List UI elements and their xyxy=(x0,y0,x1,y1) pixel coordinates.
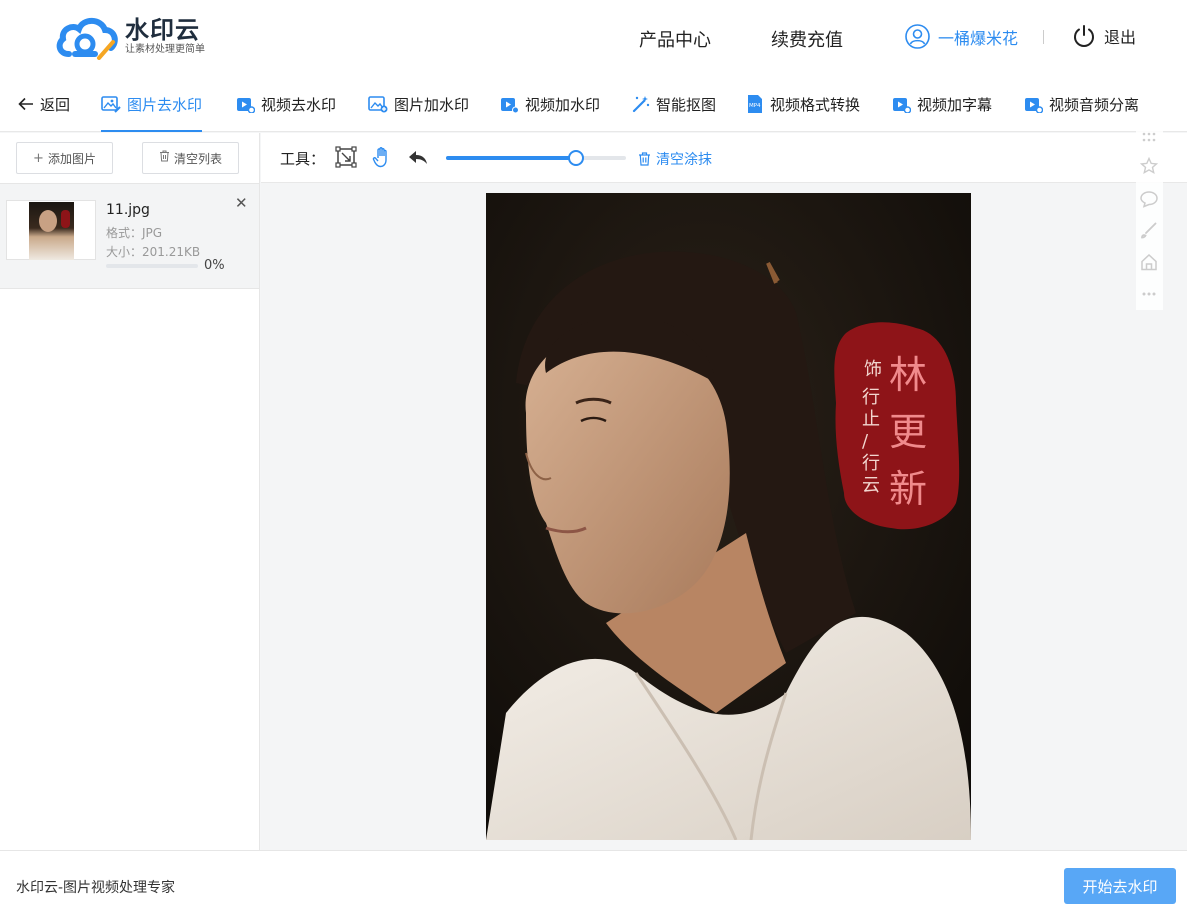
portrait-photo: 饰 行 止 / 行 云 林 更 新 xyxy=(486,193,971,840)
file-name: 11.jpg xyxy=(106,202,150,218)
feature-tabs: 返回 图片去水印 视频去水印 图片加水印 视频加水印 智能抠图 MP4 视频格式… xyxy=(0,76,1187,132)
tab-video-format-convert[interactable]: MP4 视频格式转换 xyxy=(746,76,860,132)
file-progress-bar xyxy=(106,264,198,268)
preview-image[interactable]: 饰 行 止 / 行 云 林 更 新 xyxy=(486,193,971,840)
image-edit-icon xyxy=(101,96,121,113)
tab-label: 图片加水印 xyxy=(394,95,470,114)
tab-label: 视频去水印 xyxy=(261,95,337,114)
undo-icon[interactable] xyxy=(407,146,429,168)
clear-list-label: 清空列表 xyxy=(173,151,222,166)
footer-bar: 水印云-图片视频处理专家 开始去水印 xyxy=(0,850,1187,909)
file-thumbnail xyxy=(29,202,74,260)
clear-paint-label: 清空涂抹 xyxy=(656,152,712,168)
tab-video-remove-watermark[interactable]: 视频去水印 xyxy=(236,76,336,132)
hand-pan-icon[interactable] xyxy=(371,146,393,168)
tab-label: 视频加字幕 xyxy=(917,95,993,114)
tab-label: 视频音频分离 xyxy=(1049,95,1140,114)
file-size: 大小：201.21KB xyxy=(106,245,201,259)
comment-icon[interactable] xyxy=(1140,190,1158,208)
seal-role-text: 饰 xyxy=(864,359,882,380)
svg-text:MP4: MP4 xyxy=(749,103,761,109)
video-add-icon xyxy=(501,98,519,113)
image-canvas-area[interactable]: 饰 行 止 / 行 云 林 更 新 xyxy=(261,183,1187,850)
start-remove-watermark-button[interactable]: 开始去水印 xyxy=(1064,868,1176,904)
mp4-file-icon: MP4 xyxy=(748,95,762,113)
logout-button[interactable]: 退出 xyxy=(1072,24,1136,48)
grid-dots-icon[interactable] xyxy=(1140,128,1158,146)
add-image-label: 添加图片 xyxy=(47,151,96,166)
tab-label: 视频加水印 xyxy=(525,95,601,114)
box-select-icon[interactable] xyxy=(335,146,357,168)
logout-label: 退出 xyxy=(1104,28,1137,47)
user-avatar-icon xyxy=(905,24,930,49)
trash-icon xyxy=(159,150,170,166)
video-icon xyxy=(237,98,255,113)
header-divider xyxy=(1043,30,1044,44)
brush-size-slider-fill xyxy=(446,156,576,160)
brush-icon[interactable] xyxy=(1140,221,1158,239)
tab-image-add-watermark[interactable]: 图片加水印 xyxy=(368,76,469,132)
tab-label: 图片去水印 xyxy=(127,95,203,114)
tab-image-remove-watermark[interactable]: 图片去水印 xyxy=(101,76,203,132)
footer-tagline: 水印云-图片视频处理专家 xyxy=(16,880,176,896)
nav-renew-recharge[interactable]: 续费充值 xyxy=(771,26,843,52)
magic-wand-icon xyxy=(632,96,650,113)
back-button[interactable]: 返回 xyxy=(18,76,70,132)
clear-paint-button[interactable]: 清空涂抹 xyxy=(638,149,712,169)
tab-video-audio-separate[interactable]: 视频音频分离 xyxy=(1024,76,1139,132)
top-header: 水印云 让素材处理更简单 产品中心 续费充值 一桶爆米花 退出 xyxy=(0,0,1187,76)
tab-video-add-subtitle[interactable]: 视频加字幕 xyxy=(892,76,992,132)
logo-title: 水印云 xyxy=(125,16,200,44)
tab-smart-cutout[interactable]: 智能抠图 xyxy=(632,76,716,132)
tab-label: 智能抠图 xyxy=(656,95,717,114)
star-icon[interactable] xyxy=(1140,157,1158,175)
power-icon xyxy=(1074,25,1094,47)
trash-icon xyxy=(639,152,650,166)
more-icon[interactable] xyxy=(1140,285,1158,303)
logo-subtitle: 让素材处理更简单 xyxy=(125,44,205,55)
tab-video-add-watermark[interactable]: 视频加水印 xyxy=(500,76,600,132)
video-audio-icon xyxy=(1025,98,1043,113)
username: 一桶爆米花 xyxy=(938,28,1019,48)
image-add-icon xyxy=(368,96,388,113)
tools-label: 工具： xyxy=(280,150,326,168)
floating-side-toolbar xyxy=(1136,124,1163,310)
add-image-button[interactable]: + 添加图片 xyxy=(16,142,113,174)
brush-size-slider-handle[interactable] xyxy=(567,150,584,166)
cloud-logo-icon xyxy=(55,14,119,60)
logo[interactable]: 水印云 让素材处理更简单 xyxy=(55,14,205,60)
file-thumbnail-frame xyxy=(6,200,96,260)
file-list-item[interactable]: 11.jpg 格式：JPG 大小：201.21KB 0% ✕ xyxy=(0,183,259,289)
tab-label: 视频格式转换 xyxy=(770,95,861,114)
back-label: 返回 xyxy=(40,95,71,114)
plus-icon: + xyxy=(33,150,44,166)
home-icon[interactable] xyxy=(1140,253,1158,271)
tool-bar: 工具： 清空涂抹 xyxy=(261,133,1187,183)
remove-file-close-icon[interactable]: ✕ xyxy=(235,194,248,212)
nav-product-center[interactable]: 产品中心 xyxy=(639,26,711,52)
clear-list-button[interactable]: 清空列表 xyxy=(142,142,239,174)
brush-size-slider[interactable] xyxy=(446,150,626,166)
user-menu[interactable]: 一桶爆米花 xyxy=(905,24,1018,49)
video-subtitle-icon xyxy=(893,98,911,113)
file-list-panel: + 添加图片 清空列表 11.jpg 格式：JPG 大小：201.21KB 0%… xyxy=(0,133,260,850)
file-progress-text: 0% xyxy=(204,258,225,273)
file-format: 格式：JPG xyxy=(106,226,163,240)
arrow-left-icon xyxy=(18,97,33,111)
